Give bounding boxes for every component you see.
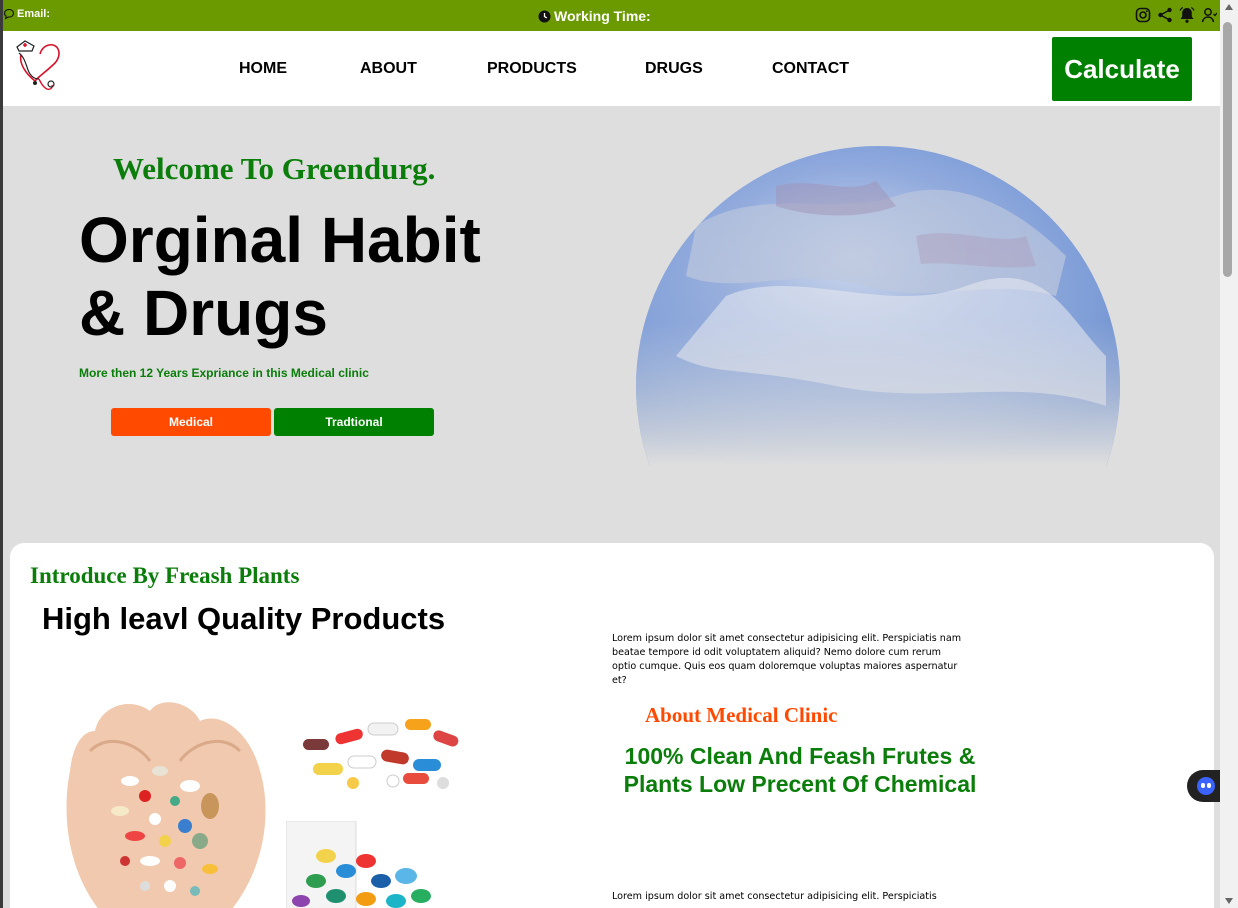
email-info: Email:: [3, 8, 50, 20]
headline-line-1: Orginal Habit: [79, 204, 481, 276]
products-section: Introduce By Freash Plants High leavl Qu…: [10, 543, 1214, 908]
nav-contact[interactable]: CONTACT: [772, 60, 849, 78]
section-intro: Introduce By Freash Plants: [30, 563, 300, 588]
social-icons: [1134, 6, 1218, 24]
pills-image: [303, 719, 459, 789]
clock-icon: [538, 10, 551, 22]
globe-image: [636, 146, 1120, 466]
main-navigation: HOME ABOUT PRODUCTS DRUGS CONTACT Calcul…: [3, 31, 1220, 106]
clean-tagline: 100% Clean And Feash Frutes & Plants Low…: [623, 743, 977, 797]
second-paragraph: Lorem ipsum dolor sit amet consectetur a…: [612, 891, 937, 902]
email-label: Email:: [17, 8, 51, 20]
logo[interactable]: [13, 37, 67, 95]
scroll-thumb[interactable]: [1223, 22, 1232, 277]
share-icon[interactable]: [1156, 6, 1174, 24]
working-time-info: Working Time:: [538, 8, 651, 24]
medical-button[interactable]: Medical: [111, 408, 271, 436]
pill-bottle-image: [286, 821, 431, 908]
user-icon[interactable]: [1200, 6, 1218, 24]
chat-icon: [3, 8, 15, 20]
page: Email: Working Time: HOME ABOUT PRODUCTS: [3, 0, 1220, 908]
hands-with-pills-image: [66, 702, 266, 908]
nav-home[interactable]: HOME: [239, 60, 287, 78]
chat-widget-icon: [1197, 777, 1215, 795]
bell-icon[interactable]: [1178, 6, 1196, 24]
nav-about[interactable]: ABOUT: [360, 60, 417, 78]
headline-line-2: & Drugs: [79, 277, 328, 349]
chat-widget-button[interactable]: [1187, 770, 1220, 802]
intro-paragraph: Lorem ipsum dolor sit amet consectetur a…: [612, 633, 962, 686]
calculate-button[interactable]: Calculate: [1052, 37, 1192, 101]
top-bar: Email: Working Time:: [3, 0, 1220, 31]
welcome-text: Welcome To Greendurg.: [113, 151, 436, 186]
section-title: High leavl Quality Products: [42, 601, 446, 636]
nav-products[interactable]: PRODUCTS: [487, 60, 577, 78]
hero-headline: Orginal Habit & Drugs: [79, 204, 481, 350]
experience-text: More then 12 Years Expriance in this Med…: [79, 366, 369, 380]
working-time-label: Working Time:: [554, 8, 651, 24]
scroll-down-arrow[interactable]: [1225, 898, 1233, 904]
page-scrollbar[interactable]: [1220, 0, 1238, 908]
hero-section: Welcome To Greendurg. Orginal Habit & Dr…: [3, 106, 1220, 546]
traditional-button[interactable]: Tradtional: [274, 408, 434, 436]
scroll-up-arrow[interactable]: [1225, 4, 1233, 10]
instagram-icon[interactable]: [1134, 6, 1152, 24]
nav-drugs[interactable]: DRUGS: [645, 60, 703, 78]
about-heading: About Medical Clinic: [645, 703, 838, 727]
